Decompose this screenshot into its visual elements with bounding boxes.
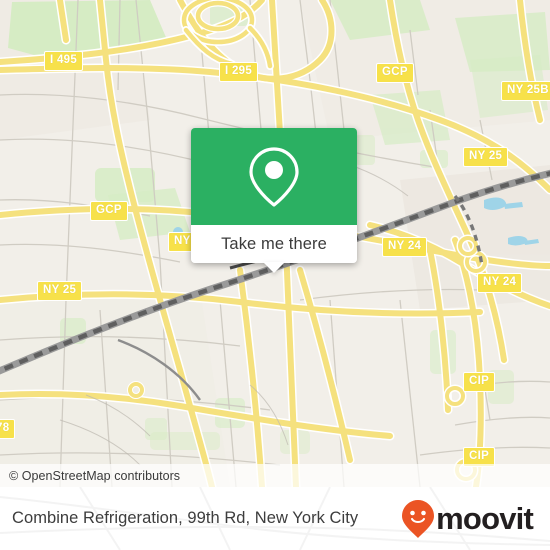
footer-bar: Combine Refrigeration, 99th Rd, New York… xyxy=(0,487,550,550)
road-shield: NY 24 xyxy=(382,237,428,257)
map-screenshot-page: I 495 I 295 GCP NY 25B NY 25 GCP NY 24 N… xyxy=(0,0,550,550)
road-shield: NY 25 xyxy=(463,147,509,167)
brand-wordmark: moovit xyxy=(436,500,534,536)
road-shield: 78 xyxy=(0,419,16,439)
callout-action-panel[interactable]: Take me there xyxy=(191,225,357,273)
callout-icon-panel xyxy=(191,128,357,225)
attribution-text: © OpenStreetMap contributors xyxy=(9,468,181,483)
moovit-pin-smile-icon xyxy=(402,499,435,538)
road-shield: GCP xyxy=(376,63,414,83)
map-pin-icon xyxy=(249,146,299,207)
location-title: Combine Refrigeration, 99th Rd, New York… xyxy=(12,509,359,527)
callout-label: Take me there xyxy=(221,234,327,253)
road-shield: CIP xyxy=(463,372,496,392)
road-shield: I 495 xyxy=(44,51,84,71)
road-shield: NY 24 xyxy=(477,273,523,293)
road-shield: GCP xyxy=(90,201,128,221)
map-attribution-bar: © OpenStreetMap contributors xyxy=(0,464,550,487)
road-shield: NY 25B xyxy=(501,81,550,101)
moovit-logo[interactable]: moovit xyxy=(401,499,534,539)
callout-pointer-tail xyxy=(263,262,285,273)
take-me-there-callout[interactable]: Take me there xyxy=(191,128,357,273)
road-shield: I 295 xyxy=(219,62,259,82)
road-shield: NY 25 xyxy=(37,281,83,301)
